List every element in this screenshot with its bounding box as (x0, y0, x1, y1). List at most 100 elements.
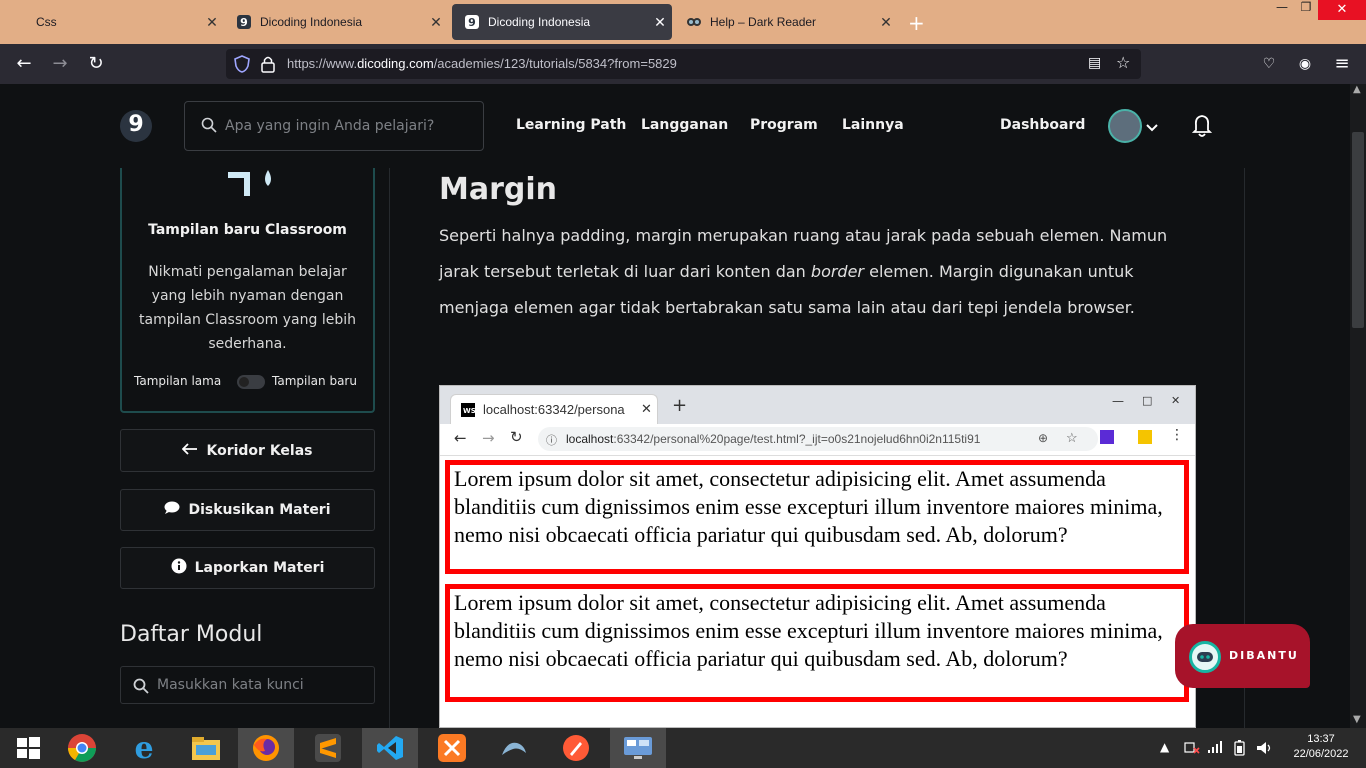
design-app-icon[interactable] (548, 728, 604, 768)
xampp-icon[interactable] (424, 728, 480, 768)
screenshot-tab-title: localhost:63342/persona (483, 402, 625, 417)
url-host: dicoding.com (357, 56, 434, 71)
info-circle-icon (171, 558, 187, 578)
site-search-input[interactable]: Apa yang ingin Anda pelajari? (184, 101, 484, 151)
screenshot-url-host: localhost (566, 432, 614, 446)
close-tab-icon[interactable]: ✕ (200, 14, 224, 31)
back-button[interactable]: ← (11, 52, 37, 76)
back-arrow-icon: ← (454, 429, 467, 447)
svg-text:9: 9 (468, 16, 476, 29)
menu-dashboard[interactable]: Dashboard (1000, 117, 1085, 133)
toggle-label-new: Tampilan baru (272, 374, 357, 388)
browser-tab-dicoding-1[interactable]: 9 Dicoding Indonesia ✕ (224, 0, 448, 44)
vscode-icon[interactable] (362, 728, 418, 768)
section-heading: Margin (439, 172, 558, 207)
remote-desktop-icon[interactable] (610, 728, 666, 768)
reload-icon: ↻ (510, 428, 523, 446)
menu-learning-path[interactable]: Learning Path (516, 117, 626, 133)
arrow-left-icon (182, 442, 198, 459)
paragraph-emphasis: border (810, 262, 865, 281)
hamburger-menu-icon[interactable]: ≡ (1329, 52, 1355, 76)
classroom-title: Tampilan baru Classroom (148, 222, 347, 238)
laporkan-materi-button[interactable]: Laporkan Materi (120, 547, 375, 589)
clock-date: 22/06/2022 (1293, 748, 1349, 760)
sublime-text-icon[interactable] (300, 728, 356, 768)
internet-explorer-icon[interactable]: e (116, 728, 172, 768)
lock-icon[interactable] (261, 55, 275, 77)
file-explorer-icon[interactable] (178, 728, 234, 768)
reader-view-icon[interactable]: ▤ (1088, 55, 1101, 71)
module-search-input[interactable]: Masukkan kata kunci (120, 666, 375, 704)
close-window-button[interactable]: ✕ (1318, 0, 1366, 20)
browser-tab-css[interactable]: Css ✕ (0, 0, 224, 44)
browser-tab-dark-reader[interactable]: Help – Dark Reader ✕ (674, 0, 898, 44)
dark-reader-favicon-icon (686, 14, 702, 30)
close-tab-icon[interactable]: ✕ (874, 14, 898, 31)
robot-icon (1189, 641, 1221, 673)
menu-langganan[interactable]: Langganan (641, 117, 728, 133)
signal-strength-icon[interactable] (1207, 740, 1223, 757)
laporkan-materi-label: Laporkan Materi (194, 560, 325, 576)
star-icon: ☆ (1066, 430, 1078, 445)
scroll-down-icon[interactable]: ▼ (1353, 714, 1361, 725)
dicoding-favicon-icon: 9 (236, 14, 252, 30)
new-tab-button[interactable]: + (908, 11, 925, 35)
minimize-window-button[interactable]: — (1270, 0, 1294, 20)
scroll-up-icon[interactable]: ▲ (1353, 84, 1361, 95)
tab-title: Help – Dark Reader (710, 15, 817, 29)
firefox-icon[interactable] (238, 728, 294, 768)
chat-bubble-icon (164, 501, 180, 519)
info-icon: ⓘ (546, 435, 557, 447)
user-avatar[interactable] (1108, 109, 1142, 143)
reload-button[interactable]: ↻ (83, 52, 109, 76)
close-icon: ✕ (641, 401, 652, 416)
zoom-icon: ⊕ (1038, 431, 1049, 445)
chrome-icon[interactable] (54, 728, 110, 768)
volume-icon[interactable] (1256, 740, 1274, 759)
system-clock[interactable]: 13:37 22/06/2022 (1286, 732, 1356, 762)
browser-tab-dicoding-2[interactable]: 9 Dicoding Indonesia ✕ (452, 4, 672, 40)
bookmark-star-icon[interactable]: ☆ (1116, 53, 1130, 72)
url-path: /academies/123/tutorials/5834?from=5829 (433, 56, 677, 71)
tray-overflow-chevron-icon[interactable]: ▲ (1160, 740, 1169, 754)
notification-bell-icon[interactable] (1191, 114, 1213, 142)
close-tab-icon[interactable]: ✕ (424, 14, 448, 31)
dibantu-label: DIBANTU (1229, 649, 1299, 662)
battery-icon[interactable] (1234, 740, 1246, 759)
dibantu-chat-button[interactable]: DIBANTU (1175, 624, 1310, 688)
red-border-box-2: Lorem ipsum dolor sit amet, consectetur … (445, 584, 1189, 702)
svg-text:WS: WS (463, 407, 475, 415)
dicoding-favicon-icon: 9 (464, 14, 480, 30)
mysql-workbench-icon[interactable] (486, 728, 542, 768)
dark-reader-extension-icon[interactable]: ◉ (1292, 52, 1318, 76)
scrollbar-thumb[interactable] (1352, 132, 1364, 328)
close-icon: ✕ (1171, 394, 1181, 407)
screenshot-url-pill: ⓘ localhost:63342/personal%20page/test.h… (538, 427, 1098, 451)
dicoding-logo[interactable]: 9 (120, 110, 152, 142)
red-border-box-1: Lorem ipsum dolor sit amet, consectetur … (445, 460, 1189, 574)
classroom-view-toggle[interactable] (237, 375, 265, 389)
menu-program[interactable]: Program (750, 117, 818, 133)
diskusikan-materi-label: Diskusikan Materi (188, 502, 331, 518)
forward-button[interactable]: → (47, 52, 73, 76)
search-placeholder: Apa yang ingin Anda pelajari? (225, 118, 435, 134)
page-scrollbar[interactable]: ▲ ▼ (1350, 84, 1366, 728)
tab-bar: Css ✕ 9 Dicoding Indonesia ✕ 9 Dicoding … (0, 0, 1366, 44)
maximize-window-button[interactable]: ❐ (1294, 0, 1318, 20)
network-error-icon[interactable] (1184, 740, 1200, 757)
koridor-kelas-button[interactable]: Koridor Kelas (120, 429, 375, 472)
search-icon (133, 678, 149, 698)
screenshot-tab: WS localhost:63342/persona ✕ (450, 394, 658, 424)
minimize-icon: — (1112, 394, 1124, 408)
close-tab-icon[interactable]: ✕ (648, 14, 672, 31)
search-icon (201, 117, 217, 137)
url-bar[interactable]: https://www.dicoding.com/academies/123/t… (226, 49, 1141, 79)
menu-lainnya[interactable]: Lainnya (842, 117, 904, 133)
chevron-down-icon[interactable] (1146, 118, 1158, 137)
svg-text:9: 9 (240, 16, 248, 29)
pocket-icon[interactable]: ♡ (1256, 52, 1282, 76)
shield-icon[interactable] (234, 55, 250, 77)
windows-start-icon[interactable] (0, 728, 56, 768)
diskusikan-materi-button[interactable]: Diskusikan Materi (120, 489, 375, 531)
classroom-illustration-icon (226, 168, 278, 204)
